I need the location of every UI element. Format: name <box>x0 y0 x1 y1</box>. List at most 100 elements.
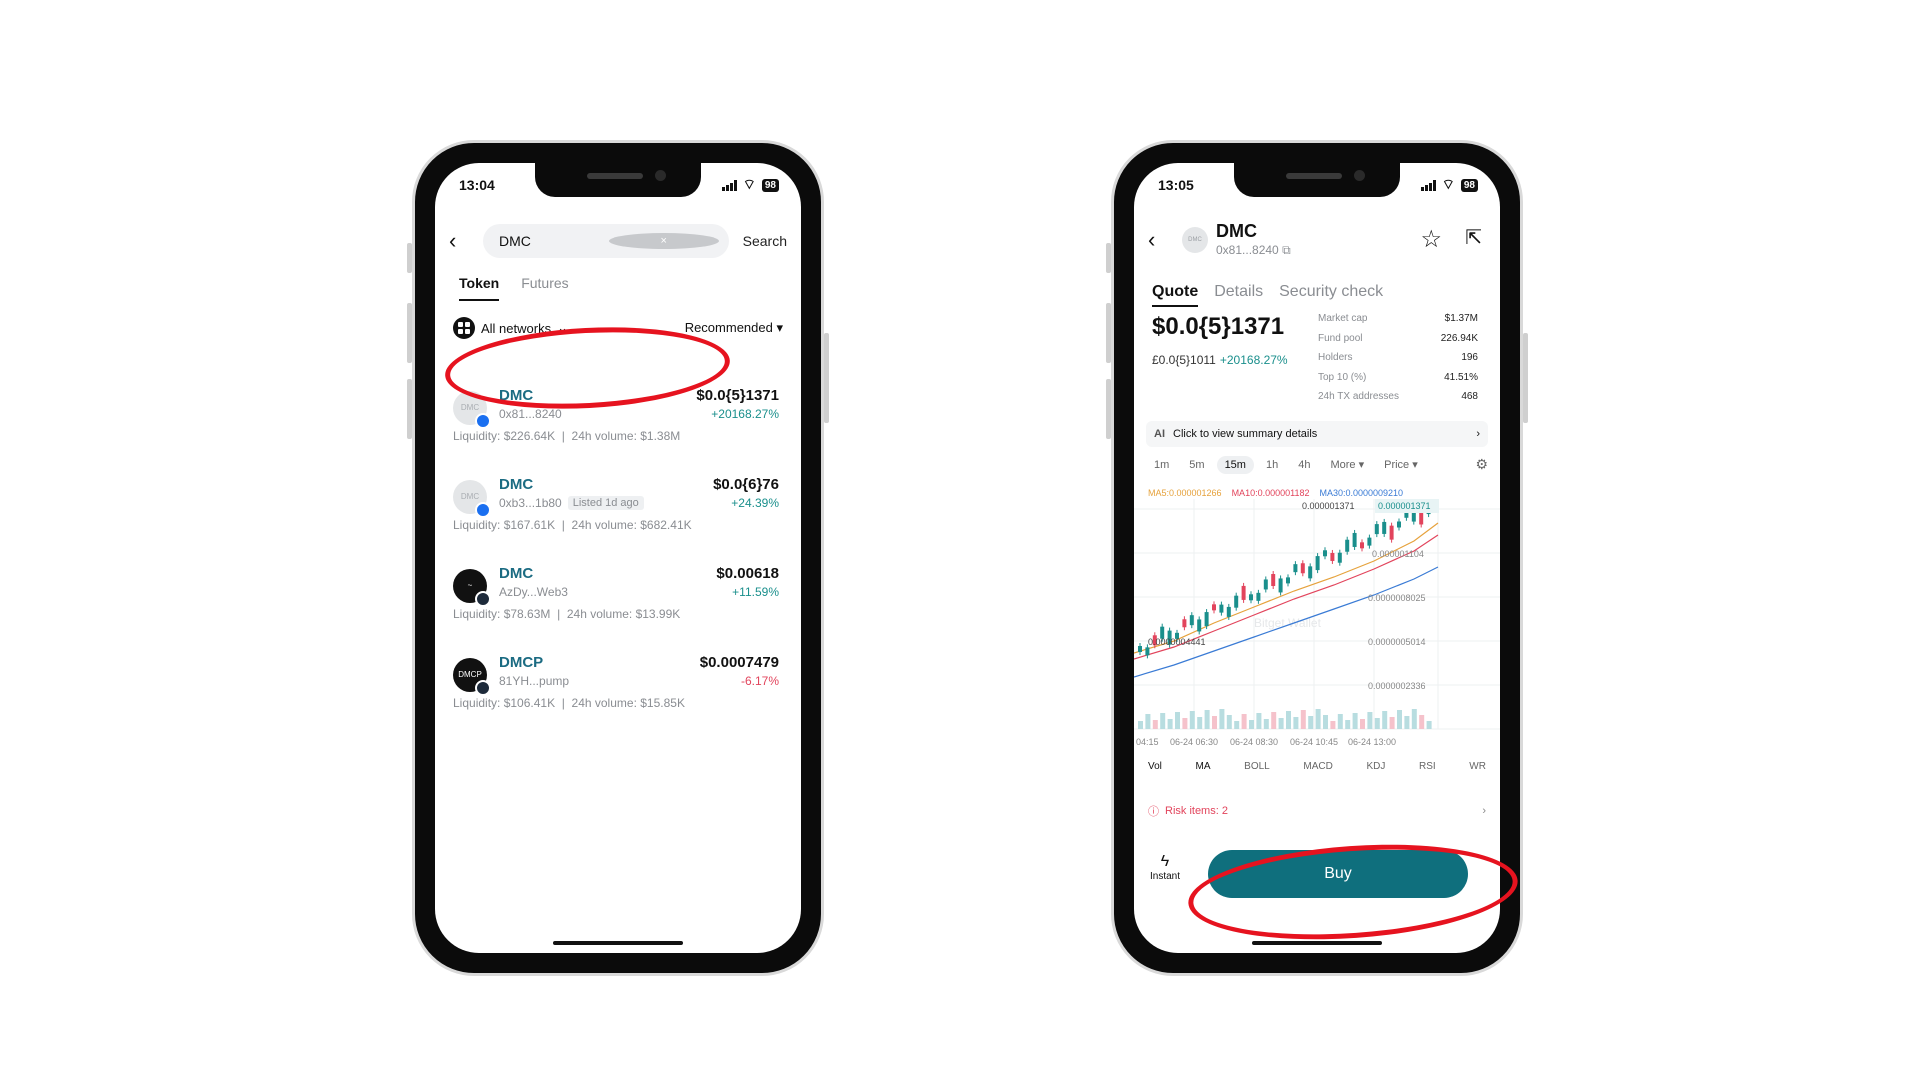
y-axis-label: 0.000001104 <box>1372 549 1424 559</box>
star-icon[interactable]: ☆ <box>1420 225 1442 254</box>
volume-bar <box>1411 709 1417 729</box>
tab-details[interactable]: Details <box>1214 283 1263 307</box>
x-axis-label: 06-24 13:00 <box>1348 737 1396 747</box>
volume-bar <box>1352 713 1358 729</box>
volume-bar <box>1397 710 1402 729</box>
volume-bar <box>1182 718 1188 729</box>
token-change: -6.17% <box>740 674 779 688</box>
clear-icon[interactable]: × <box>608 233 719 249</box>
indicator-macd[interactable]: MACD <box>1303 761 1332 772</box>
token-price: $0.00618 <box>716 565 779 582</box>
search-button[interactable]: Search <box>743 233 787 249</box>
stat-label: Holders <box>1318 352 1353 363</box>
volume-bar <box>1263 719 1269 729</box>
volume-bar <box>1345 720 1351 729</box>
interval-15m[interactable]: 15m <box>1216 455 1254 474</box>
solana-chain-icon <box>475 591 491 607</box>
token-liquidity: Liquidity: $78.63M <box>453 607 551 621</box>
token-row[interactable]: DMCP DMCP 81YH...pump $0.0007479 -6.17% … <box>453 654 779 726</box>
token-row[interactable]: DMC DMC 0x81...8240 $0.0{5}1371 +20168.2… <box>453 387 779 459</box>
stat-value: 41.51% <box>1444 371 1478 383</box>
volume-bar <box>1241 714 1247 729</box>
sort-label: Recommended <box>684 320 773 335</box>
lightning-icon: ϟ <box>1160 853 1170 870</box>
tab-quote[interactable]: Quote <box>1152 283 1199 307</box>
high-marker-label: 0.000001371 <box>1302 501 1355 511</box>
phone-left: 13:04 ⌔ 98 ‹ DMC × Search Token Futures … <box>407 140 829 976</box>
interval-1m[interactable]: 1m <box>1146 456 1177 474</box>
price-dropdown[interactable]: Price ▾ <box>1376 455 1426 474</box>
interval-1h[interactable]: 1h <box>1258 456 1286 474</box>
token-volume: 24h volume: $13.99K <box>566 607 681 621</box>
interval-5m[interactable]: 5m <box>1181 456 1212 474</box>
volume-bar <box>1271 712 1277 729</box>
volume-bar <box>1337 714 1343 729</box>
token-volume: 24h volume: $15.85K <box>571 696 685 710</box>
interval-more[interactable]: More ▾ <box>1322 455 1372 474</box>
ai-icon: AI <box>1154 428 1165 440</box>
volume-bar <box>1197 717 1203 729</box>
volume-up-button <box>407 303 412 363</box>
stat-value: 226.94K <box>1440 332 1478 344</box>
volume-bar <box>1278 718 1284 729</box>
search-input-value[interactable]: DMC <box>499 233 609 249</box>
stat-label: Fund pool <box>1318 332 1363 344</box>
token-name: DMCP <box>499 654 544 671</box>
settings-icon[interactable]: ⚙ <box>1475 456 1488 473</box>
indicator-kdj[interactable]: KDJ <box>1366 761 1385 772</box>
token-row[interactable]: ~ DMC AzDy...Web3 $0.00618 +11.59% Liqui… <box>453 565 779 637</box>
ai-summary-banner[interactable]: AI Click to view summary details › <box>1146 421 1488 447</box>
volume-bar <box>1234 721 1240 729</box>
sort-dropdown[interactable]: Recommended ▾ <box>685 320 783 336</box>
ethereum-chain-icon <box>475 413 491 429</box>
buy-button[interactable]: Buy <box>1208 850 1468 898</box>
copy-icon[interactable]: ⧉ <box>1282 243 1291 257</box>
indicator-wr[interactable]: WR <box>1469 761 1486 772</box>
share-icon[interactable]: ⇱ <box>1465 225 1482 250</box>
indicator-ma[interactable]: MA <box>1196 761 1211 772</box>
volume-bar <box>1167 719 1173 729</box>
notch <box>1234 163 1400 197</box>
interval-4h[interactable]: 4h <box>1290 456 1318 474</box>
token-name: DMC <box>499 387 534 404</box>
token-row[interactable]: DMC DMC 0xb3...1b80 Listed 1d ago $0.0{6}… <box>453 476 779 548</box>
volume-bar <box>1293 717 1299 729</box>
back-icon[interactable]: ‹ <box>449 228 473 254</box>
x-axis-label: 06-24 08:30 <box>1230 737 1278 747</box>
notch <box>535 163 701 197</box>
candlestick-chart[interactable]: Bitget Wallet 0.000001371 0.000001371 0.… <box>1134 499 1500 749</box>
instant-button[interactable]: ϟ Instant <box>1150 853 1180 882</box>
volume-bar <box>1360 719 1365 729</box>
back-icon[interactable]: ‹ <box>1148 227 1172 253</box>
risk-items-row[interactable]: ⓘ Risk items: 2 › <box>1148 803 1486 819</box>
token-change: +24.39% <box>731 496 779 510</box>
indicator-vol[interactable]: Vol <box>1148 761 1162 772</box>
status-time: 13:05 <box>1158 177 1194 193</box>
token-avatar: DMC <box>1182 227 1208 253</box>
volume-bar <box>1308 716 1314 729</box>
token-liquidity: Liquidity: $167.61K <box>453 518 556 532</box>
search-input[interactable]: DMC × <box>483 224 729 258</box>
token-price: $0.0{5}1371 <box>696 387 779 404</box>
volume-bar <box>1374 718 1380 729</box>
price-change: +20168.27% <box>1219 353 1288 367</box>
tab-futures[interactable]: Futures <box>521 275 568 301</box>
y-axis-label: 0.0000002336 <box>1368 681 1426 691</box>
tab-security-check[interactable]: Security check <box>1279 283 1383 307</box>
network-filter-label: All networks <box>481 320 552 336</box>
indicator-rsi[interactable]: RSI <box>1419 761 1436 772</box>
volume-bar <box>1175 712 1180 729</box>
search-screen: 13:04 ⌔ 98 ‹ DMC × Search Token Futures … <box>435 163 801 953</box>
token-detail-screen: 13:05 ⌔ 98 ‹ DMC DMC 0x81...8240 ⧉ ☆ ⇱ Q… <box>1134 163 1500 953</box>
network-filter[interactable]: All networks ⌄ <box>453 317 568 339</box>
tab-token[interactable]: Token <box>459 275 500 301</box>
volume-bar <box>1300 710 1306 729</box>
volume-down-button <box>1106 379 1111 439</box>
listed-badge: Listed 1d ago <box>567 496 644 510</box>
ethereum-chain-icon <box>475 502 491 518</box>
status-time: 13:04 <box>459 177 495 193</box>
indicator-boll[interactable]: BOLL <box>1244 761 1270 772</box>
wifi-icon: ⌔ <box>1441 176 1455 192</box>
chevron-down-icon: ⌄ <box>557 320 568 335</box>
volume-bar <box>1138 721 1143 729</box>
